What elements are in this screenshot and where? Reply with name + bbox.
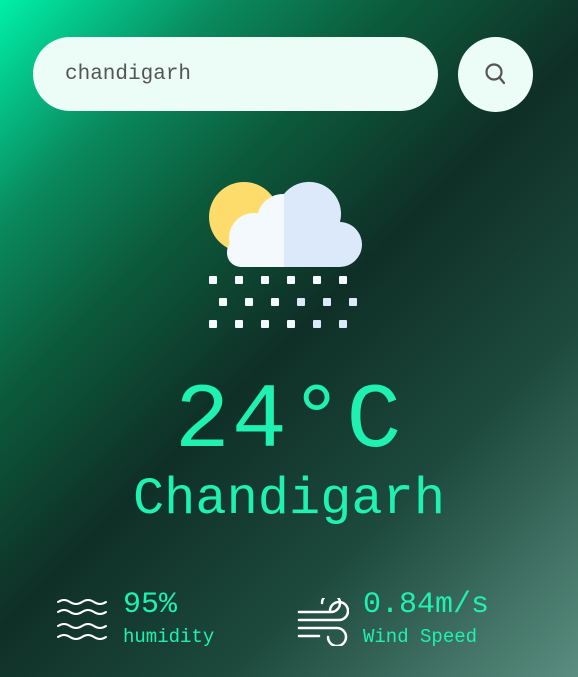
weather-card: 24°C Chandigarh 95% humidity 0.84m (0, 0, 578, 677)
humidity-stat: 95% humidity (57, 588, 214, 650)
humidity-text: 95% humidity (123, 588, 214, 650)
temperature: 24°C (174, 369, 404, 474)
wind-stat: 0.84m/s Wind Speed (297, 588, 489, 650)
search-button[interactable] (458, 37, 533, 112)
search-input[interactable] (33, 37, 438, 111)
humidity-waves-icon (57, 599, 107, 640)
wind-icon (297, 598, 349, 646)
humidity-label: humidity (123, 626, 215, 648)
search-icon (484, 62, 505, 84)
cloud-snow-sun-icon (209, 181, 362, 328)
city-name: Chandigarh (132, 470, 446, 529)
humidity-value: 95% (123, 588, 178, 622)
wind-value: 0.84m/s (363, 588, 490, 622)
wind-label: Wind Speed (363, 626, 478, 648)
wind-text: 0.84m/s Wind Speed (363, 588, 489, 650)
